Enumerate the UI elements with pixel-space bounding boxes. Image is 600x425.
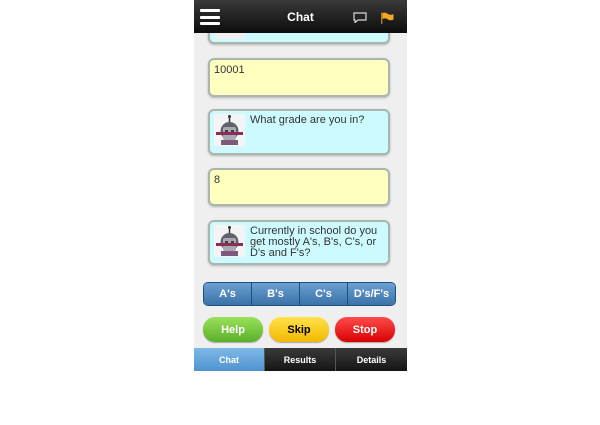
chat-bubble-user: 8 — [208, 168, 390, 206]
chat-bubble-icon[interactable] — [353, 12, 367, 23]
tab-chat[interactable]: Chat — [194, 348, 265, 371]
answer-option-df[interactable]: D's/F's — [348, 283, 395, 305]
answer-option-a[interactable]: A's — [204, 283, 252, 305]
tab-details[interactable]: Details — [336, 348, 407, 371]
tab-bar: Chat Results Details — [194, 348, 407, 371]
app-screen: Chat 10001 What grade are you in? 8 Curr… — [194, 0, 407, 371]
help-button[interactable]: Help — [203, 317, 263, 342]
message-text: 10001 — [214, 64, 245, 76]
bot-avatar-icon — [214, 114, 245, 146]
bot-avatar-icon — [214, 33, 245, 39]
message-text: What grade are you in? — [250, 114, 365, 126]
page-title: Chat — [287, 10, 314, 24]
answer-option-c[interactable]: C's — [300, 283, 348, 305]
message-text: 8 — [214, 174, 221, 186]
chat-bubble-bot: What grade are you in? — [208, 109, 390, 155]
message-text: Currently in school do you get mostly A'… — [250, 225, 378, 259]
skip-button[interactable]: Skip — [269, 317, 329, 342]
answer-option-b[interactable]: B's — [252, 283, 300, 305]
answer-options: A's B's C's D's/F's — [203, 282, 396, 306]
top-bar: Chat — [194, 0, 407, 33]
chat-bubble-bot — [208, 33, 390, 44]
chat-bubble-user: 10001 — [208, 58, 390, 97]
tab-results[interactable]: Results — [265, 348, 336, 371]
bot-avatar-icon — [214, 225, 245, 257]
stop-button[interactable]: Stop — [335, 317, 395, 342]
flag-icon[interactable] — [380, 12, 394, 24]
chat-bubble-bot: Currently in school do you get mostly A'… — [208, 220, 390, 265]
